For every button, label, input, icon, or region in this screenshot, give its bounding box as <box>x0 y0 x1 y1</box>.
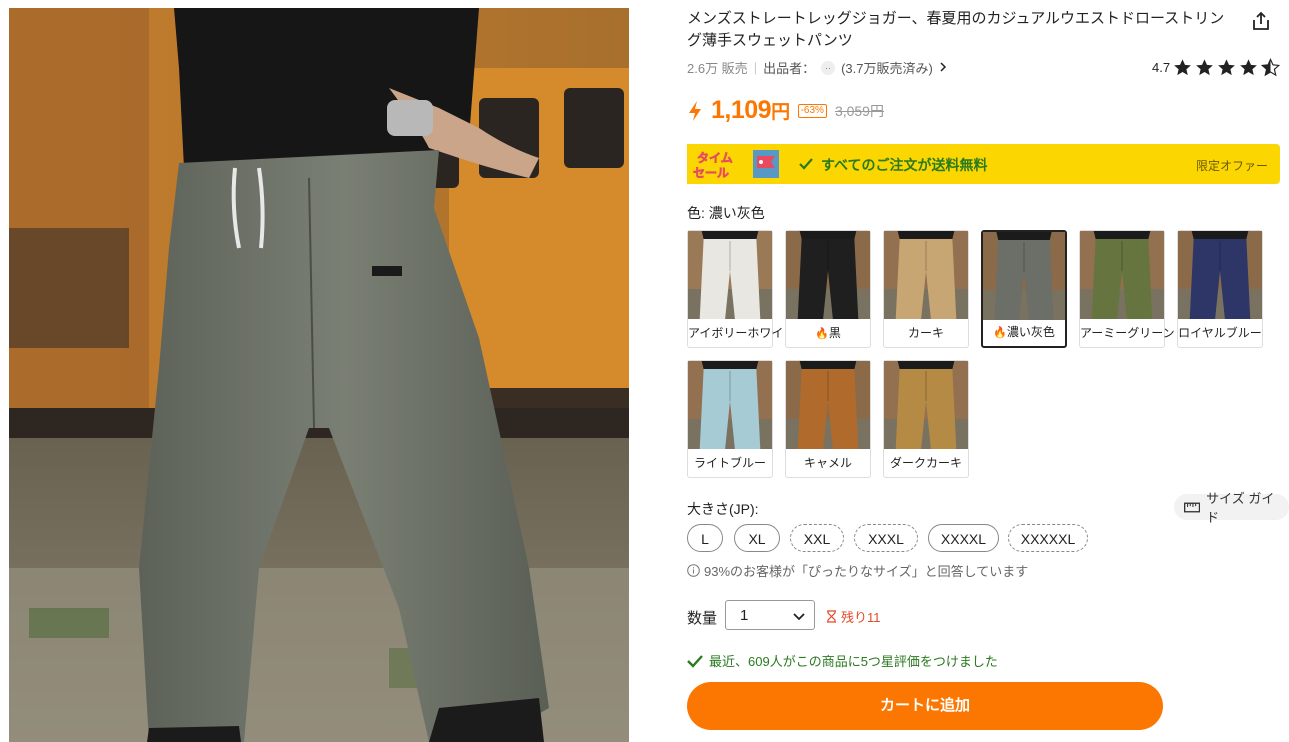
meta-divider: | <box>753 60 758 75</box>
color-option[interactable]: 🔥濃い灰色 <box>981 230 1067 348</box>
fire-icon: 🔥 <box>815 328 829 340</box>
product-main-image[interactable] <box>9 8 629 742</box>
current-price: 1,109円 <box>711 96 790 125</box>
free-shipping-message: すべてのご注文が送料無料 <box>821 157 988 173</box>
size-option[interactable]: XXXXL <box>928 524 999 552</box>
color-option[interactable]: キャメル <box>785 360 871 478</box>
fit-note-text: 93%のお客様が「ぴったりなサイズ」と回答しています <box>704 564 1029 579</box>
color-thumbnail <box>1178 231 1262 319</box>
ruler-icon <box>1184 502 1201 512</box>
color-thumbnail <box>1080 231 1164 319</box>
color-thumbnail <box>884 361 968 449</box>
size-option[interactable]: L <box>687 524 723 552</box>
size-option[interactable]: XXXL <box>854 524 918 552</box>
color-option-label: アーミーグリーン <box>1080 324 1175 341</box>
color-name: ロイヤルブルー <box>1178 326 1262 340</box>
size-guide-label: サイズ ガイド <box>1206 491 1275 525</box>
color-thumbnail <box>786 231 870 319</box>
color-thumbnail <box>884 231 968 319</box>
product-photo <box>9 8 629 742</box>
stock-note: 残り11 <box>826 607 881 626</box>
color-option-label: ロイヤルブルー <box>1178 324 1262 341</box>
seller-label: 出品者： <box>763 61 816 76</box>
size-guide-button[interactable]: サイズ ガイド <box>1174 491 1289 525</box>
info-icon <box>687 564 700 577</box>
color-option[interactable]: ライトブルー <box>687 360 773 478</box>
quantity-select[interactable]: 1 <box>725 600 815 630</box>
seller-sales[interactable]: (3.7万販売済み) <box>841 58 933 77</box>
color-option[interactable]: アイボリーホワイト <box>687 230 795 348</box>
quantity-value: 1 <box>740 607 749 624</box>
color-thumbnail <box>786 361 870 449</box>
price-currency: 円 <box>771 102 790 123</box>
star-icon <box>1174 59 1191 76</box>
color-option[interactable]: カーキ <box>883 230 969 348</box>
rating[interactable]: 4.7 <box>1152 58 1281 77</box>
discount-badge: -63% <box>797 103 827 118</box>
review-note-text: 最近、609人がこの商品に5つ星評価をつけました <box>709 654 998 669</box>
size-option[interactable]: XL <box>734 524 780 552</box>
hourglass-icon <box>827 610 836 623</box>
color-option-label: アイボリーホワイト <box>688 324 795 341</box>
product-meta-row: 2.6万 販売 | 出品者： ·· (3.7万販売済み) <box>687 58 947 77</box>
color-option[interactable]: アーミーグリーン <box>1079 230 1175 348</box>
color-name: アーミーグリーン <box>1080 326 1175 340</box>
color-option-label: ライトブルー <box>688 454 772 471</box>
star-icon <box>1240 59 1257 76</box>
color-name: カーキ <box>907 326 944 340</box>
color-option[interactable]: ダークカーキ <box>883 360 969 478</box>
color-thumbnail <box>688 361 772 449</box>
check-icon <box>687 654 703 668</box>
half-star-icon <box>1261 58 1281 77</box>
review-note: 最近、609人がこの商品に5つ星評価をつけました <box>687 651 998 670</box>
product-title: メンズストレートレッグジョガー、春夏用のカジュアルウエストドローストリング薄手ス… <box>687 10 1225 49</box>
star-icon <box>1196 59 1213 76</box>
color-thumbnail <box>688 231 772 319</box>
quantity-label: 数量 <box>687 610 718 627</box>
sales-count: 2.6万 販売 <box>687 61 748 76</box>
check-icon <box>799 158 813 170</box>
color-option-label: カーキ <box>884 324 968 341</box>
lightning-icon <box>689 100 701 121</box>
price-row: 1,109円 -63% 3,059円 <box>687 96 884 125</box>
seller-avatar[interactable]: ·· <box>821 60 836 75</box>
color-name: ライトブルー <box>693 456 766 470</box>
color-name: 濃い灰色 <box>1006 325 1055 339</box>
share-icon[interactable] <box>1250 10 1272 32</box>
fire-icon: 🔥 <box>993 327 1007 339</box>
star-icon <box>1218 59 1235 76</box>
add-to-cart-button[interactable]: カートに追加 <box>687 682 1163 730</box>
color-option-label: 🔥黒 <box>786 324 870 341</box>
color-option[interactable]: 🔥黒 <box>785 230 871 348</box>
fit-note: 93%のお客様が「ぴったりなサイズ」と回答しています <box>687 561 1028 580</box>
stock-remaining: 残り11 <box>841 610 881 625</box>
price-amount: 1,109 <box>711 96 772 124</box>
chevron-down-icon <box>793 613 805 621</box>
original-price: 3,059円 <box>834 102 884 119</box>
color-name: キャメル <box>803 456 852 470</box>
size-label: 大きさ(JP): <box>687 501 759 517</box>
color-option-label: キャメル <box>786 454 870 471</box>
color-label: 色: 濃い灰色 <box>687 205 765 221</box>
color-option[interactable]: ロイヤルブルー <box>1177 230 1263 348</box>
time-sale-badge: タイム セール <box>687 144 783 184</box>
size-option[interactable]: XXXXXL <box>1008 524 1088 552</box>
limited-offer: 限定オファー <box>1195 159 1268 173</box>
promo-banner[interactable]: タイム セール すべてのご注文が送料無料 限定オファー <box>687 144 1280 184</box>
rating-value: 4.7 <box>1152 60 1171 75</box>
size-option[interactable]: XXL <box>790 524 844 552</box>
color-name: ダークカーキ <box>889 456 962 470</box>
color-option-label: ダークカーキ <box>884 454 968 471</box>
color-thumbnail <box>983 232 1065 320</box>
color-name: アイボリーホワイト <box>688 326 796 340</box>
badge-line-2: セール <box>693 166 729 180</box>
badge-line-1: タイム <box>697 151 733 165</box>
color-name: 黒 <box>828 326 841 340</box>
chevron-right-icon[interactable] <box>939 60 947 75</box>
color-option-label: 🔥濃い灰色 <box>983 323 1065 340</box>
